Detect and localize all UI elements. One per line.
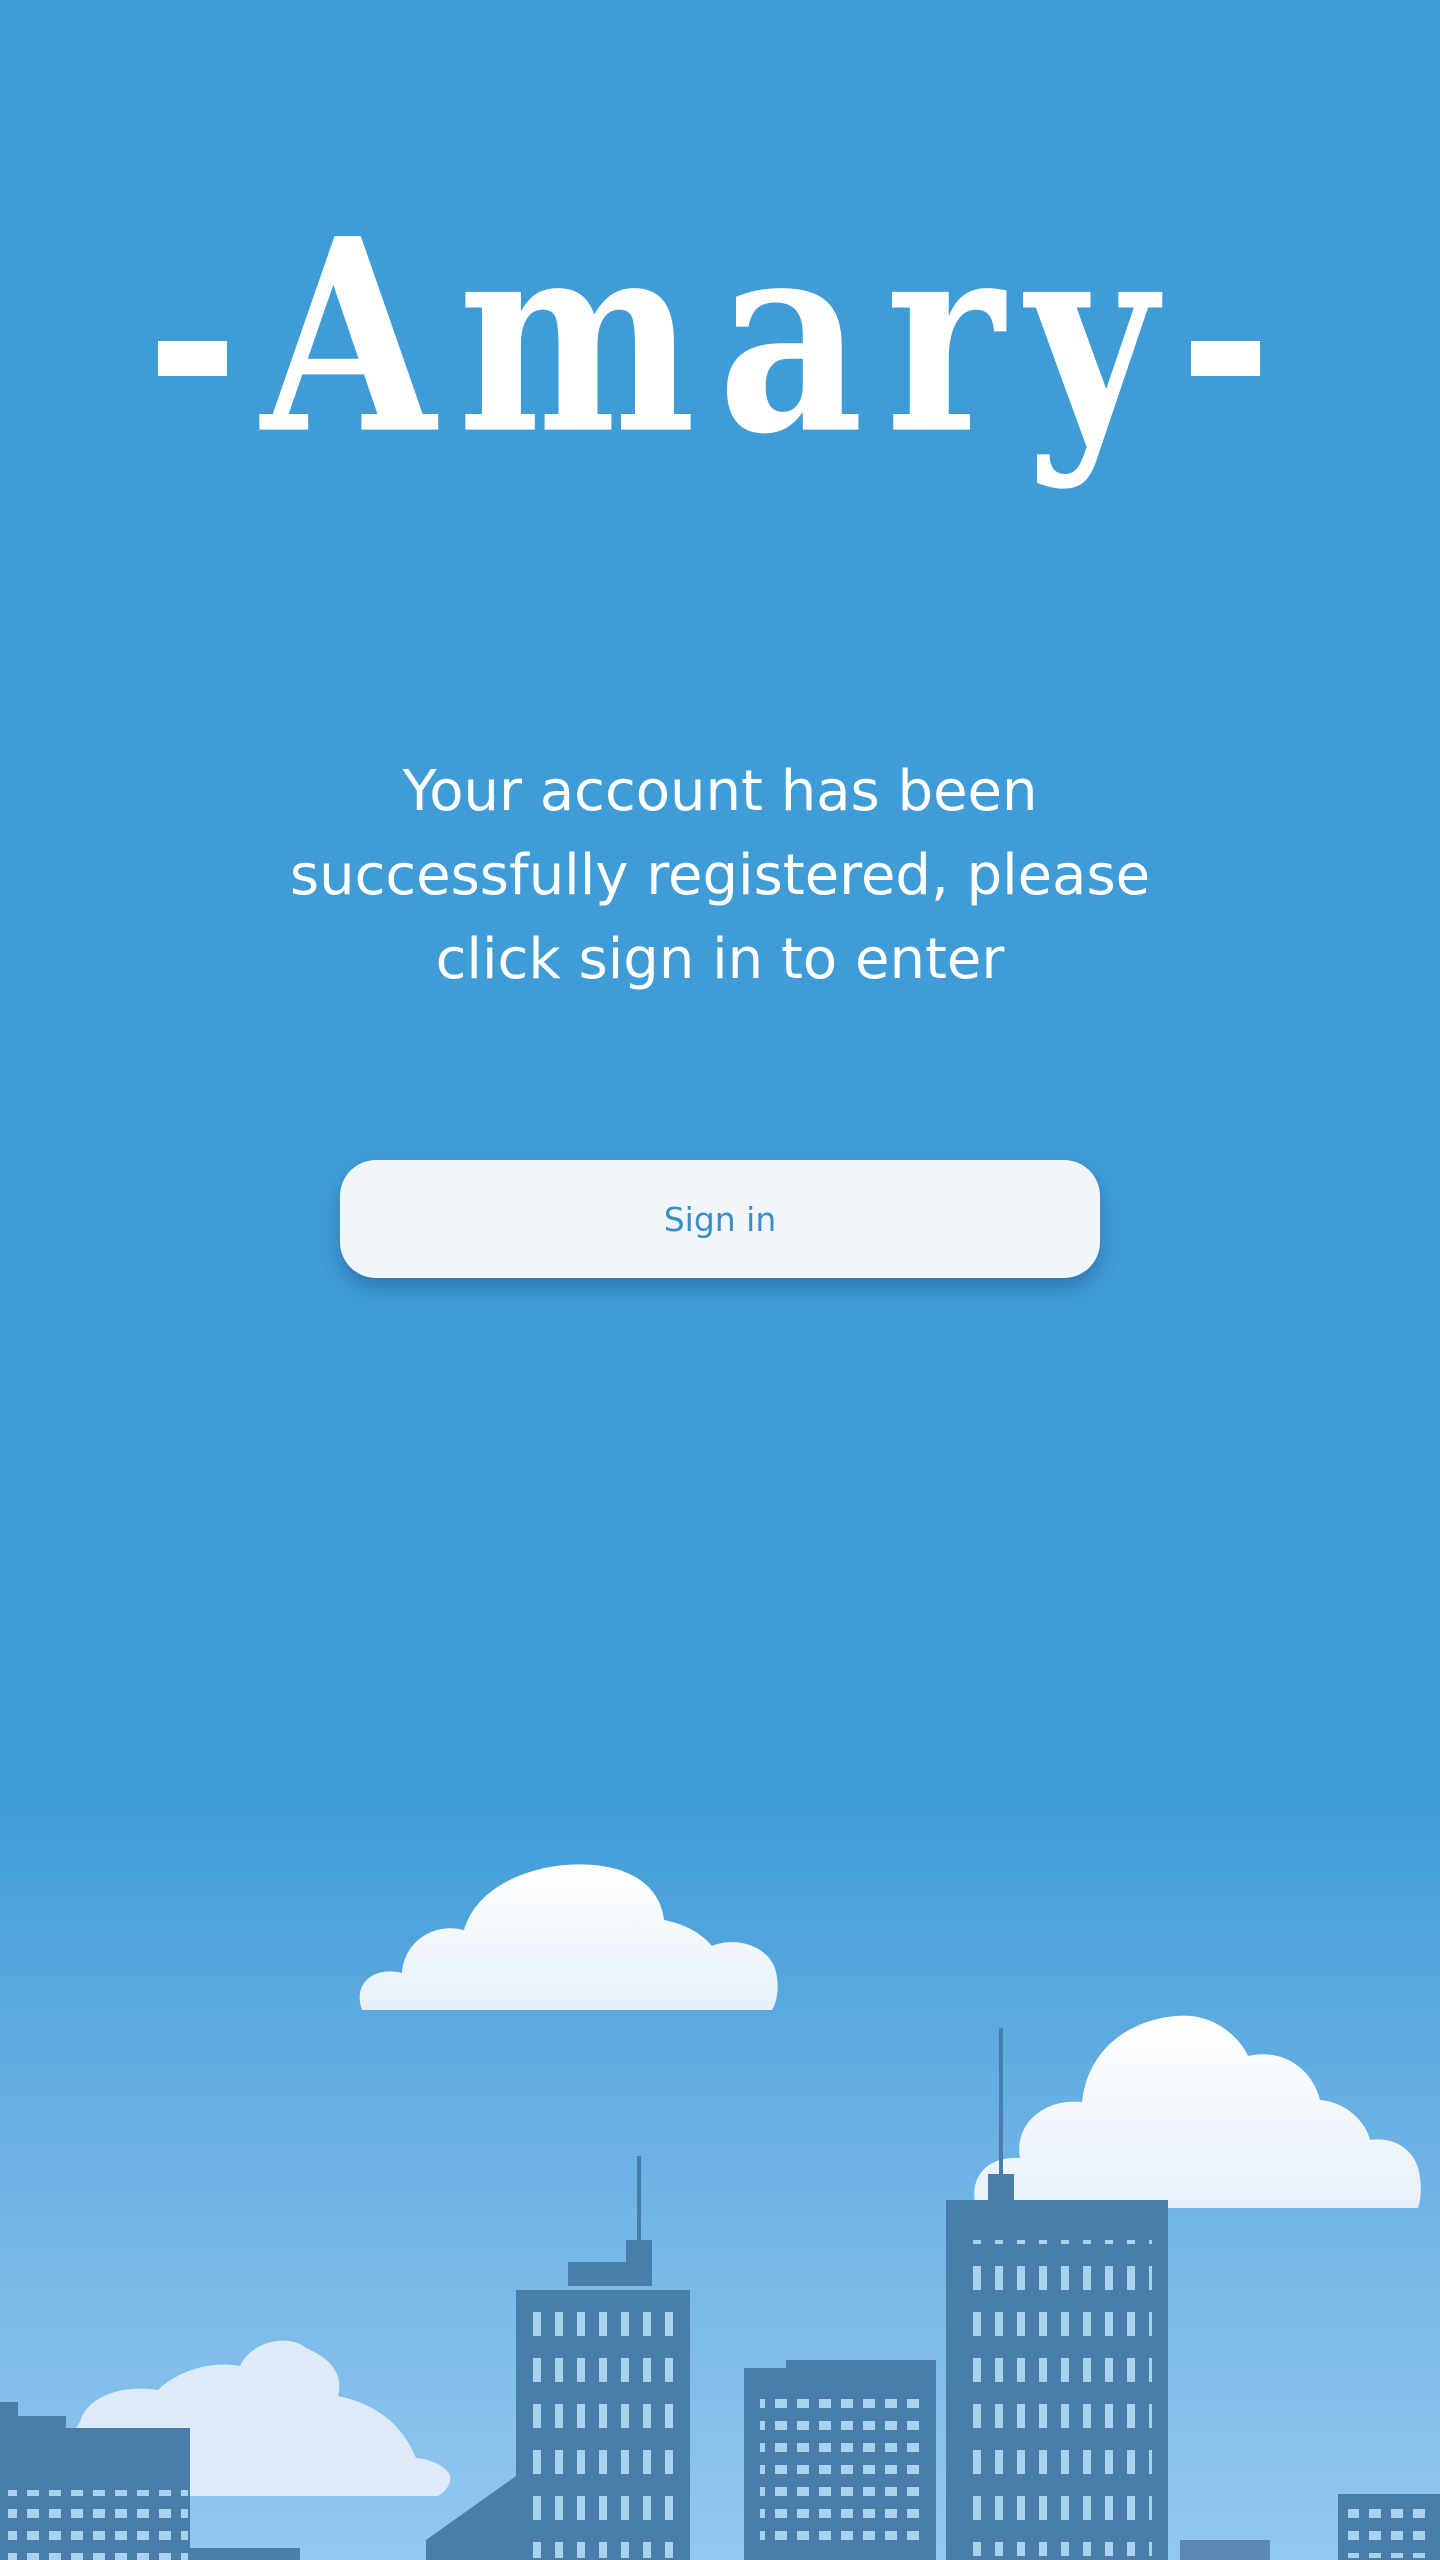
building-center bbox=[426, 2156, 690, 2560]
building-far-right bbox=[1338, 2494, 1440, 2560]
cloud-top bbox=[359, 1864, 778, 2010]
city-skyline-illustration bbox=[0, 1864, 1440, 2560]
building-mid bbox=[744, 2360, 936, 2560]
registration-success-message: Your account has been successfully regis… bbox=[289, 759, 1151, 992]
cloud-right bbox=[974, 2015, 1421, 2208]
sign-in-button[interactable]: Sign in bbox=[340, 1160, 1100, 1278]
app-logo: -Amary- bbox=[145, 181, 1295, 494]
